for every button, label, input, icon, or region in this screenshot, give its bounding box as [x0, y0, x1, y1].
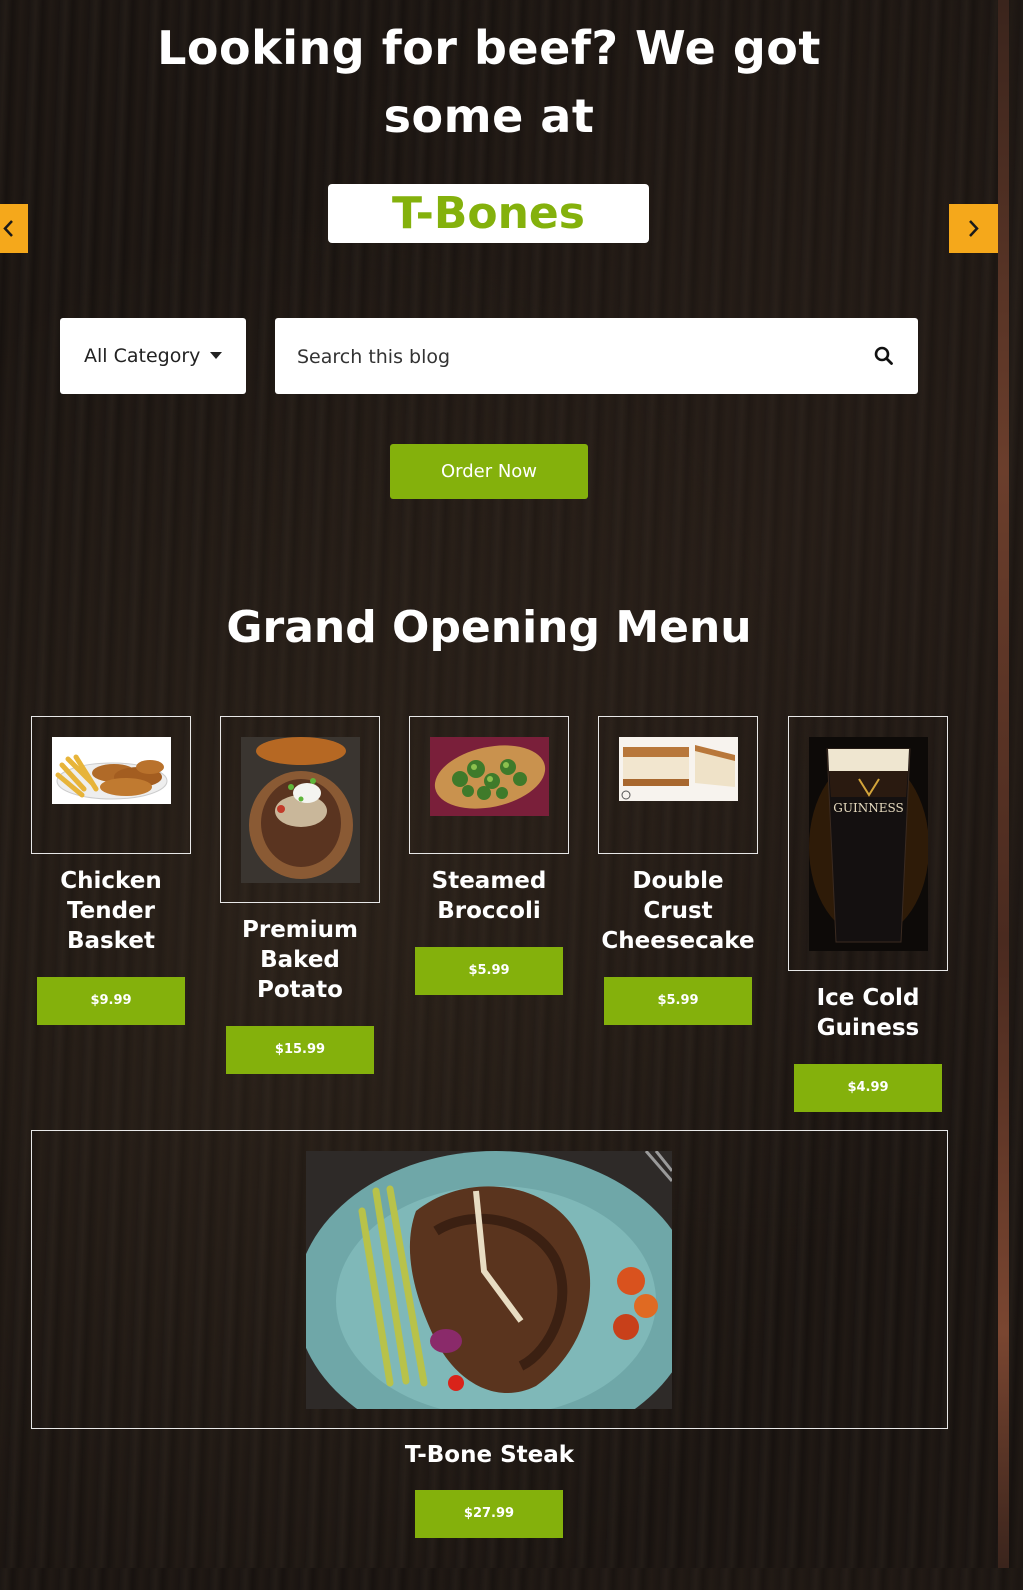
cheesecake-image [619, 737, 738, 801]
order-now-button[interactable]: Order Now [390, 444, 588, 499]
search-input[interactable] [295, 336, 859, 378]
featured-item-name: T-Bone Steak [404, 1442, 575, 1468]
menu-item-price-button[interactable]: $15.99 [226, 1026, 374, 1074]
menu-item-name: Ice Cold Guiness [816, 985, 920, 1041]
category-dropdown[interactable]: All Category [60, 318, 246, 394]
menu-item-premium-baked-potato: Premium Baked Potato $15.99 [220, 716, 380, 1074]
page-edge-strip [998, 0, 1009, 1568]
menu-item-price-button[interactable]: $9.99 [37, 977, 185, 1025]
menu-item-name: Steamed Broccoli [431, 868, 547, 924]
menu-item-image-frame [31, 716, 191, 854]
carousel-prev-button[interactable] [0, 204, 28, 253]
baked-potato-image [241, 737, 360, 883]
chicken-tenders-image [52, 737, 171, 804]
chevron-left-icon [3, 220, 13, 237]
caret-down-icon [210, 352, 222, 359]
broccoli-image [430, 737, 549, 816]
brand-name: T-Bones [328, 184, 649, 243]
menu-item-steamed-broccoli: Steamed Broccoli $5.99 [409, 716, 569, 995]
featured-item-price-button[interactable]: $27.99 [415, 1490, 563, 1538]
menu-item-price-button[interactable]: $4.99 [794, 1064, 942, 1112]
menu-item-price-button[interactable]: $5.99 [415, 947, 563, 995]
category-dropdown-label: All Category [84, 345, 201, 367]
menu-item-image-frame [220, 716, 380, 903]
menu-item-double-crust-cheesecake: Double Crust Cheesecake $5.99 [598, 716, 758, 1025]
menu-item-name: Chicken Tender Basket [60, 868, 162, 954]
guinness-image: GUINNESS [809, 737, 928, 951]
search-icon[interactable] [873, 345, 895, 367]
menu-item-image-frame [409, 716, 569, 854]
menu-item-name: Premium Baked Potato [242, 917, 358, 1003]
menu-item-chicken-tender-basket: Chicken Tender Basket $9.99 [31, 716, 191, 1025]
menu-item-ice-cold-guiness: GUINNESS Ice Cold Guiness $4.99 [788, 716, 948, 1112]
search-bar [275, 318, 918, 394]
menu-item-price-button[interactable]: $5.99 [604, 977, 752, 1025]
featured-item-image-frame [31, 1130, 948, 1429]
menu-item-name: Double Crust Cheesecake [601, 868, 755, 954]
chevron-right-icon [969, 220, 979, 237]
guinness-logo-text: GUINNESS [833, 801, 904, 815]
menu-item-image-frame [598, 716, 758, 854]
t-bone-steak-image [306, 1151, 672, 1409]
menu-section-title: Grand Opening Menu [226, 602, 752, 653]
menu-item-image-frame: GUINNESS [788, 716, 948, 971]
carousel-next-button[interactable] [949, 204, 998, 253]
hero-title: Looking for beef? We got some at [157, 21, 821, 143]
